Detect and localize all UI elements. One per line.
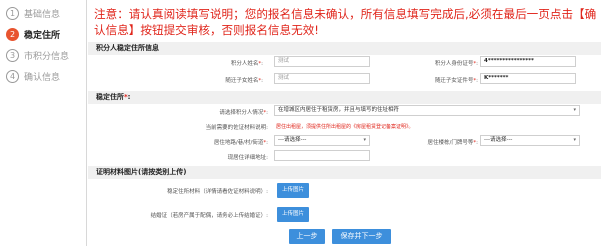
step-number: 2 — [6, 27, 19, 41]
notice-text: 注意：请认真阅读填写说明；您的报名信息未确认，所有信息填写完成后,必须在最后一页… — [94, 7, 597, 37]
previous-step-button[interactable]: 上一步 — [289, 229, 325, 244]
step-confirm-info[interactable]: 4 确认信息 — [0, 66, 86, 86]
area-label: 居住地路/巷/村/街道*: — [213, 140, 268, 146]
child-name-label: 随迁子女姓名*: — [225, 78, 263, 84]
chevron-down-icon: ▾ — [573, 107, 576, 113]
section-title: 稳定住所 — [96, 93, 124, 101]
id-label: 积分人身份证号*: — [434, 61, 478, 67]
address-field[interactable] — [274, 150, 370, 161]
step-label: 基础信息 — [24, 9, 61, 20]
step-number: 3 — [6, 48, 19, 62]
section-title: 积分人稳定住所信息 — [96, 44, 159, 52]
situation-select[interactable]: 在增城区内居住于租赁房，并且与填写的住址相符 ▾ — [274, 105, 580, 116]
upload-marriage-button[interactable]: 上传图片 — [277, 207, 309, 222]
proof-hint: 居住出租屋，须提供住所出租屋的《房屋租赁登记备案证明》。 — [276, 124, 414, 130]
child-id-label: 随迁子女证件号*: — [434, 78, 478, 84]
building-select[interactable]: ---请选择--- ▾ — [480, 135, 580, 146]
proof-material-label: 稳定住所材料（详情请看佐证材料说明）: — [167, 189, 268, 195]
name-field[interactable]: 测试 — [274, 56, 370, 67]
step-label: 市积分信息 — [24, 51, 70, 62]
step-city-points[interactable]: 3 市积分信息 — [0, 45, 86, 65]
step-basic-info[interactable]: 1 基础信息 — [0, 3, 86, 23]
id-number-field[interactable]: 4**************** — [480, 56, 576, 67]
situation-label: 请选择积分人情况*: — [219, 110, 268, 116]
upload-proof-button[interactable]: 上传图片 — [277, 183, 309, 198]
marriage-label: 结婚证（若房产属于配偶，请务必上传结婚证）: — [150, 213, 268, 219]
step-stable-residence[interactable]: 2 稳定住所 — [0, 24, 86, 44]
chevron-down-icon: ▾ — [573, 137, 576, 143]
chevron-down-icon: ▾ — [363, 137, 366, 143]
child-name-field[interactable]: 测试 — [274, 73, 370, 84]
proof-label: 当前需要的佐证材料说明: — [205, 125, 268, 131]
section-header-materials: 证明材料图片(请按类别上传) — [88, 166, 601, 179]
section-header-residence: 稳定住所*: — [88, 91, 601, 104]
name-label: 积分人姓名*: — [230, 61, 263, 67]
step-number: 4 — [6, 69, 19, 83]
main-form: 注意：请认真阅读填写说明；您的报名信息未确认，所有信息填写完成后,必须在最后一页… — [88, 0, 601, 246]
address-label: 现居住详细地址: — [227, 155, 268, 161]
area-select[interactable]: ---请选择--- ▾ — [274, 135, 370, 146]
step-number: 1 — [6, 6, 19, 20]
section-title: 证明材料图片(请按类别上传) — [96, 168, 187, 176]
building-label: 居住楼栋/门牌号等*: — [427, 140, 478, 146]
section-header-applicant: 积分人稳定住所信息 — [88, 42, 601, 55]
child-id-field[interactable]: K******* — [480, 73, 576, 84]
sidebar-divider — [86, 0, 87, 246]
step-label: 稳定住所 — [24, 30, 61, 41]
step-sidebar: 1 基础信息 2 稳定住所 3 市积分信息 4 确认信息 — [0, 0, 88, 246]
step-label: 确认信息 — [24, 72, 61, 83]
save-next-button[interactable]: 保存并下一步 — [332, 229, 391, 244]
